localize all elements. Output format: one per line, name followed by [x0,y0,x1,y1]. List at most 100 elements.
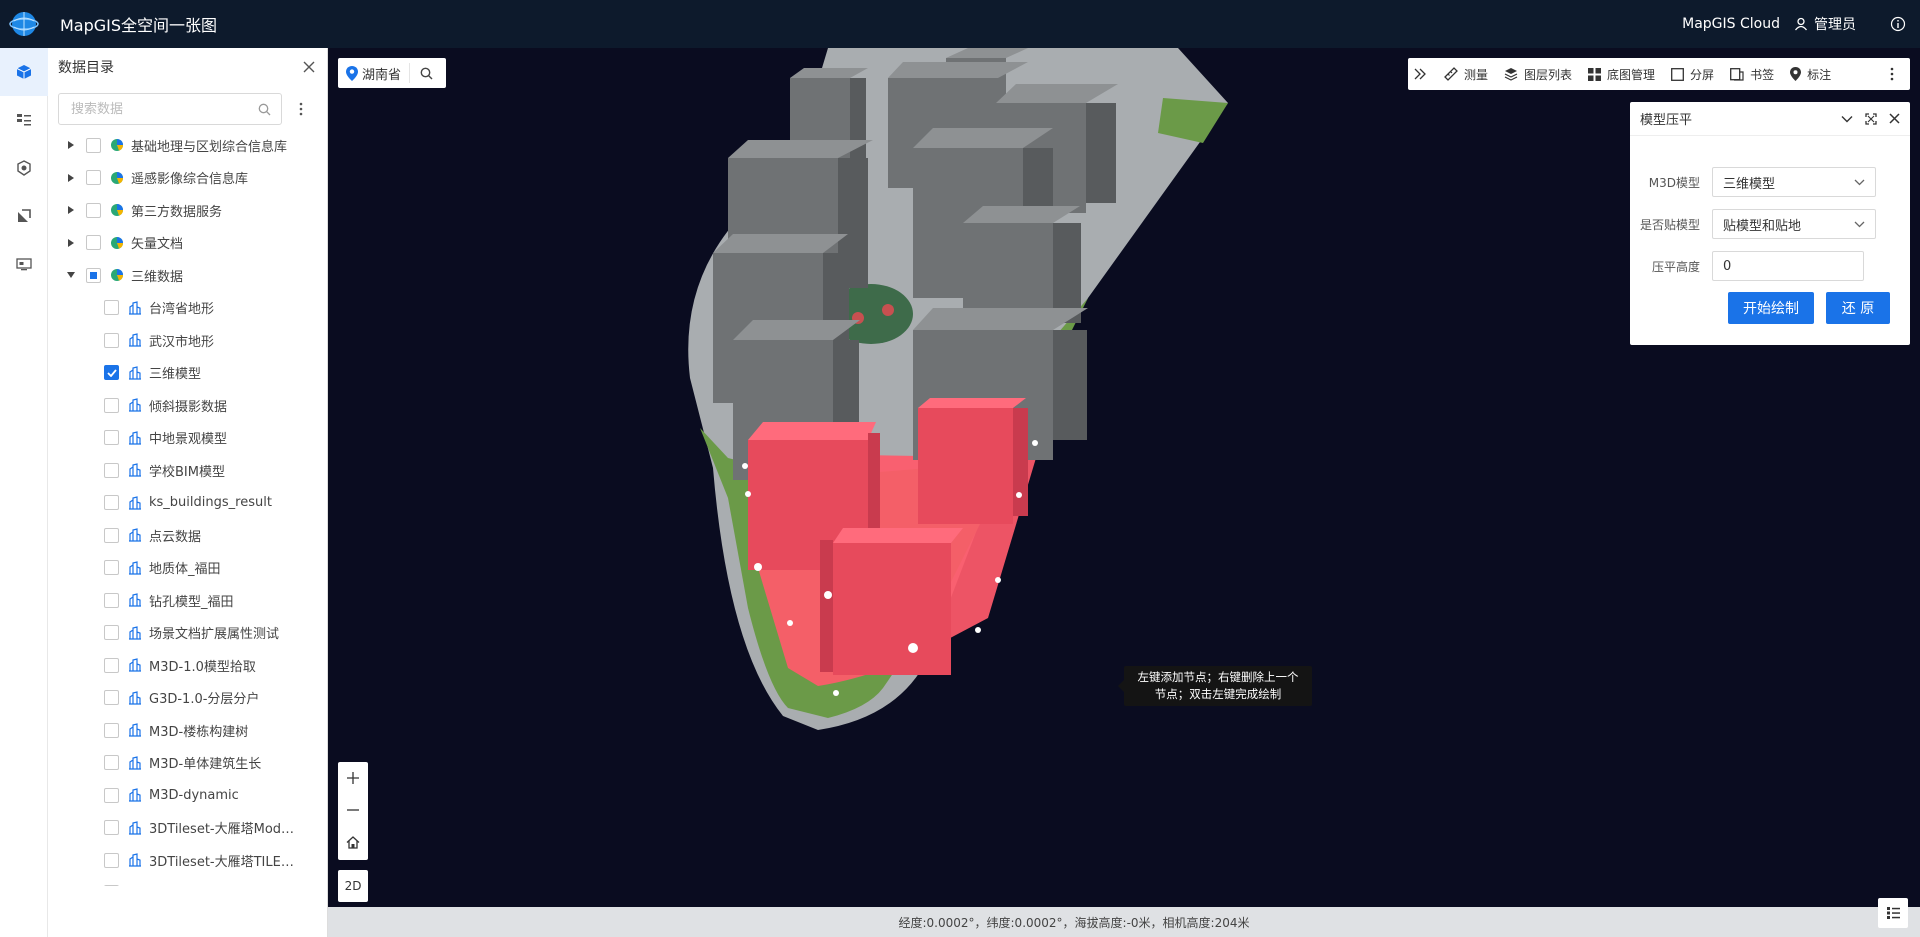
layer-checkbox[interactable] [104,625,119,641]
tree-group[interactable]: 遥感影像综合信息库 [48,162,316,195]
layer-checkbox[interactable] [104,755,119,771]
search-icon[interactable] [258,103,271,116]
bookmark-button[interactable]: 书签 [1730,66,1774,83]
tree-layer-label: M3D-楼栋构建树 [149,724,249,740]
tree-layer-item[interactable]: 钻孔模型_福田 [48,584,316,617]
tree-layer-item[interactable]: 三维模型 [48,357,316,390]
info-icon[interactable] [1876,0,1920,48]
layer-checkbox[interactable] [104,365,119,381]
user-menu[interactable]: 管理员 [1794,14,1856,34]
measure-button[interactable]: 测量 [1444,66,1488,83]
m3d-model-select[interactable]: 三维模型 [1712,167,1876,197]
tree-layer-item[interactable]: 倾斜摄影数据 [48,389,316,422]
cloud-link[interactable]: MapGIS Cloud [1682,16,1780,32]
group-checkbox[interactable] [86,170,101,186]
layer-checkbox[interactable] [104,657,119,673]
map-search-icon[interactable] [410,67,442,80]
more-options-icon[interactable] [294,102,308,116]
rail-draw-icon[interactable] [0,192,48,240]
layer-checkbox[interactable] [104,332,119,348]
flattened-building [820,528,963,675]
tree-layer-item[interactable]: M3D-单体建筑生长 [48,747,316,780]
rail-analysis-icon[interactable] [0,144,48,192]
layer-list-button[interactable]: 图层列表 [1504,66,1572,83]
flatten-height-input[interactable] [1712,251,1864,281]
tree-layer-item[interactable]: ks_buildings_result [48,487,316,520]
layer-checkbox[interactable] [104,462,119,478]
globe-logo-icon [0,0,48,48]
polygon-node [1016,492,1022,498]
group-checkbox[interactable] [86,202,101,218]
m3d-model-label: M3D模型 [1648,175,1700,190]
group-checkbox[interactable] [86,267,101,283]
tree-layer-item[interactable]: 学校BIM模型 [48,454,316,487]
tree-layer-item[interactable]: 场景文档扩展属性测试 [48,617,316,650]
layer-checkbox[interactable] [104,495,119,511]
fullscreen-icon[interactable] [1865,112,1877,125]
pin-icon [1790,67,1802,81]
close-icon[interactable] [1889,113,1900,124]
layer-checkbox[interactable] [104,820,119,836]
split-screen-button[interactable]: 分屏 [1671,66,1714,83]
caret-right-icon[interactable] [66,238,76,248]
tree-layer-item[interactable]: G3D-1.0-分层分户 [48,682,316,715]
tree-group[interactable]: 三维数据 [48,259,316,292]
collapse-icon[interactable] [1841,113,1853,125]
layer-checkbox[interactable] [104,527,119,543]
search-box [58,93,282,125]
layer-checkbox[interactable] [104,885,119,886]
home-icon[interactable] [338,826,368,858]
tree-layer-item[interactable]: V2_M3D-单体建筑生长 [48,877,316,886]
tree-layer-item[interactable]: 3DTileset-大雁塔TILE3D [48,844,316,877]
collapse-toolbar-icon[interactable] [1408,68,1438,80]
caret-right-icon[interactable] [66,173,76,183]
layer-checkbox[interactable] [104,722,119,738]
caret-down-icon[interactable] [66,270,76,280]
reset-button[interactable]: 还 原 [1826,292,1890,324]
tree-group[interactable]: 基础地理与区划综合信息库 [48,129,316,162]
3d-layer-icon [127,787,143,803]
tree-layer-item[interactable]: 武汉市地形 [48,324,316,357]
toggle-2d-button[interactable]: 2D [338,870,368,902]
tree-layer-item[interactable]: M3D-楼栋构建树 [48,714,316,747]
layer-checkbox[interactable] [104,397,119,413]
tree-layer-item[interactable]: 点云数据 [48,519,316,552]
group-checkbox[interactable] [86,235,101,251]
tree-layer-label: G3D-1.0-分层分户 [149,692,260,708]
tree-group[interactable]: 第三方数据服务 [48,194,316,227]
caret-right-icon[interactable] [66,205,76,215]
layer-checkbox[interactable] [104,690,119,706]
tree-layer-item[interactable]: 3DTileset-大雁塔Model... [48,812,316,845]
zoom-in-icon[interactable] [338,762,368,794]
attach-mode-select[interactable]: 贴模型和贴地 [1712,209,1876,239]
tree-layer-item[interactable]: M3D-1.0模型拾取 [48,649,316,682]
layer-checkbox[interactable] [104,560,119,576]
tree-group[interactable]: 矢量文档 [48,227,316,260]
caret-right-icon[interactable] [66,140,76,150]
layer-checkbox[interactable] [104,787,119,803]
close-icon[interactable] [303,61,315,73]
layer-checkbox[interactable] [104,430,119,446]
flatten-height-label: 压平高度 [1651,259,1700,274]
layer-checkbox[interactable] [104,852,119,868]
layers-icon [1504,68,1518,81]
tree-layer-item[interactable]: 地质体_福田 [48,552,316,585]
toolbar-more-icon[interactable] [1890,67,1900,81]
group-checkbox[interactable] [86,137,101,153]
rail-layer-tree-icon[interactable] [0,96,48,144]
location-selector[interactable]: 湖南省 [338,63,411,83]
polygon-node [908,643,918,653]
tree-layer-item[interactable]: M3D-dynamic [48,779,316,812]
mark-button[interactable]: 标注 [1790,66,1831,83]
rail-scene-icon[interactable] [0,240,48,288]
start-draw-button[interactable]: 开始绘制 [1728,292,1814,324]
layer-checkbox[interactable] [104,592,119,608]
tree-layer-item[interactable]: 中地景观模型 [48,422,316,455]
basemap-button[interactable]: 底图管理 [1588,66,1655,83]
tree-layer-item[interactable]: 台湾省地形 [48,292,316,325]
zoom-out-icon[interactable] [338,794,368,826]
legend-toggle-icon[interactable] [1878,898,1908,928]
rail-data-catalog-icon[interactable] [0,48,48,96]
search-input[interactable] [69,100,249,118]
layer-checkbox[interactable] [104,300,119,316]
